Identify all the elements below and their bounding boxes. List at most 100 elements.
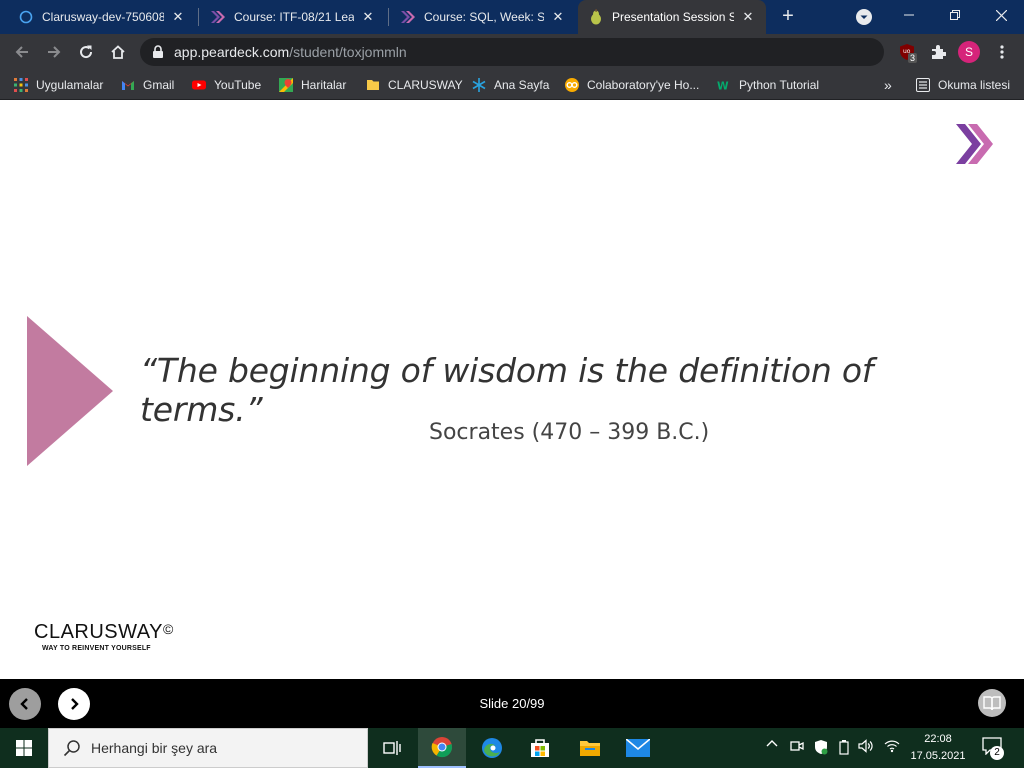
home-button[interactable] bbox=[104, 38, 132, 66]
show-hidden-icons-button[interactable] bbox=[766, 737, 778, 752]
home-icon bbox=[111, 45, 125, 59]
restore-button[interactable] bbox=[932, 0, 978, 30]
extension-badge: 3 bbox=[908, 53, 918, 63]
address-bar[interactable]: app.peardeck.com/student/toxjommln bbox=[140, 38, 884, 66]
notification-center-button[interactable]: 2 bbox=[982, 737, 1006, 760]
bookmark-clarusway-folder[interactable]: CLARUSWAY bbox=[366, 76, 463, 94]
chevron-up-icon bbox=[766, 740, 778, 747]
tab-title: Clarusway-dev-750608 bbox=[42, 10, 164, 24]
tab-strip: Clarusway-dev-750608 ✕ Course: ITF-08/21… bbox=[0, 0, 1024, 34]
bookmark-maps[interactable]: Haritalar bbox=[279, 76, 346, 94]
reading-list-button[interactable]: Okuma listesi bbox=[916, 76, 1010, 94]
bookmark-gmail[interactable]: Gmail bbox=[121, 76, 174, 94]
browser-toolbar: app.peardeck.com/student/toxjommln A uo … bbox=[0, 34, 1024, 94]
bookmarks-bar: Uygulamalar Gmail YouTube Haritalar CLAR… bbox=[0, 70, 1024, 100]
profile-avatar[interactable]: S bbox=[958, 41, 980, 63]
taskbar-chrome[interactable] bbox=[418, 728, 466, 768]
bookmark-label: Python Tutorial bbox=[739, 78, 820, 92]
tab-title: Course: SQL, Week: SQL bbox=[424, 10, 544, 24]
taskbar-store[interactable] bbox=[516, 728, 564, 768]
minimize-button[interactable] bbox=[886, 0, 932, 30]
notification-count-badge: 2 bbox=[990, 746, 1004, 760]
edge-icon bbox=[482, 738, 502, 758]
start-button[interactable] bbox=[0, 728, 48, 768]
bookmark-label: Gmail bbox=[143, 78, 175, 92]
extensions-puzzle-icon[interactable] bbox=[928, 42, 948, 62]
w3schools-icon: W bbox=[717, 80, 729, 92]
bookmark-label: CLARUSWAY bbox=[388, 78, 463, 92]
bookmark-apps[interactable]: Uygulamalar bbox=[14, 76, 103, 94]
bookmark-label: Uygulamalar bbox=[36, 78, 104, 92]
url-host: app.peardeck.com bbox=[174, 44, 290, 60]
bookmarks-overflow-button[interactable]: » bbox=[884, 76, 892, 94]
bookmark-label: Colaboratory'ye Ho... bbox=[587, 78, 700, 92]
bookmark-youtube[interactable]: YouTube bbox=[192, 76, 261, 94]
tab-close-icon[interactable]: ✕ bbox=[550, 9, 566, 25]
immersive-reader-icon bbox=[983, 696, 1001, 711]
system-clock[interactable]: 22:08 17.05.2021 bbox=[908, 731, 968, 765]
new-tab-button[interactable]: + bbox=[776, 5, 800, 29]
tab-separator bbox=[388, 8, 389, 26]
security-shield-icon[interactable] bbox=[814, 739, 828, 758]
bookmark-colaboratory[interactable]: Colaboratory'ye Ho... bbox=[565, 76, 699, 94]
slide-quote-author: Socrates (470 – 399 B.C.) bbox=[429, 420, 710, 445]
browser-menu-icon[interactable] bbox=[992, 42, 1012, 62]
taskbar-mail[interactable] bbox=[614, 728, 662, 768]
tab-search-button[interactable] bbox=[856, 9, 872, 25]
close-window-button[interactable] bbox=[978, 0, 1024, 30]
reading-list-label: Okuma listesi bbox=[938, 78, 1011, 92]
clarusway-brand: CLARUSWAY© bbox=[34, 621, 174, 644]
tab-course-itf[interactable]: Course: ITF-08/21 Learn ✕ bbox=[200, 0, 386, 34]
tab-separator bbox=[198, 8, 199, 26]
bookmark-ana-sayfa[interactable]: Ana Sayfa bbox=[472, 76, 549, 94]
apps-grid-icon bbox=[14, 78, 28, 92]
reading-list-icon bbox=[916, 78, 930, 92]
slide-quote: “The beginning of wisdom is the definiti… bbox=[140, 351, 874, 429]
clock-time: 22:08 bbox=[924, 733, 952, 745]
maps-icon bbox=[279, 78, 293, 92]
presentation-slide: “The beginning of wisdom is the definiti… bbox=[0, 101, 1024, 679]
back-button[interactable] bbox=[8, 38, 36, 66]
taskbar-search[interactable]: Herhangi bir şey ara bbox=[48, 728, 368, 768]
taskbar-file-explorer[interactable] bbox=[566, 728, 614, 768]
arrow-right-icon bbox=[48, 46, 61, 58]
tab-clarusway-dev[interactable]: Clarusway-dev-750608 ✕ bbox=[8, 0, 196, 34]
clock-date: 17.05.2021 bbox=[910, 750, 966, 762]
clarusway-circle-icon bbox=[18, 9, 34, 25]
folder-explorer-icon bbox=[580, 741, 600, 756]
peardeck-pear-icon bbox=[588, 9, 604, 25]
immersive-reader-button[interactable] bbox=[978, 689, 1006, 717]
battery-icon[interactable] bbox=[838, 739, 850, 758]
bookmark-label: YouTube bbox=[214, 78, 262, 92]
task-view-button[interactable] bbox=[368, 728, 416, 768]
decorative-triangle bbox=[27, 316, 113, 466]
tab-course-sql[interactable]: Course: SQL, Week: SQL ✕ bbox=[390, 0, 576, 34]
reload-icon bbox=[80, 45, 93, 59]
clarusway-chevron-icon bbox=[400, 9, 416, 25]
volume-icon[interactable] bbox=[858, 739, 874, 756]
taskbar-edge[interactable] bbox=[468, 728, 516, 768]
tab-close-icon[interactable]: ✕ bbox=[360, 9, 376, 25]
brand-copyright: © bbox=[162, 621, 174, 637]
url-path: /student/toxjommln bbox=[289, 44, 407, 60]
chrome-icon bbox=[431, 737, 453, 758]
mail-icon bbox=[626, 739, 650, 757]
windows-taskbar: Herhangi bir şey ara 22:08 17.05.2021 2 bbox=[0, 728, 1024, 768]
svg-text:W: W bbox=[717, 80, 729, 92]
tab-close-icon[interactable]: ✕ bbox=[740, 9, 756, 25]
meet-now-icon[interactable] bbox=[790, 739, 804, 756]
arrow-left-icon bbox=[15, 46, 28, 58]
reload-button[interactable] bbox=[72, 38, 100, 66]
tab-presentation-session[interactable]: Presentation Session St ✕ bbox=[578, 0, 766, 34]
brand-tagline: WAY TO REINVENT YOURSELF bbox=[42, 645, 151, 652]
bookmark-python-tutorial[interactable]: W Python Tutorial bbox=[717, 76, 819, 94]
folder-icon bbox=[367, 80, 379, 90]
windows-logo-icon bbox=[16, 740, 32, 756]
wifi-icon[interactable] bbox=[884, 739, 900, 756]
forward-button[interactable] bbox=[40, 38, 68, 66]
search-icon bbox=[63, 740, 80, 757]
tab-close-icon[interactable]: ✕ bbox=[170, 9, 186, 25]
brand-name: CLARUSWAY bbox=[34, 621, 163, 643]
youtube-icon bbox=[192, 80, 206, 90]
ublock-extension-icon[interactable]: uo 3 bbox=[897, 42, 918, 63]
